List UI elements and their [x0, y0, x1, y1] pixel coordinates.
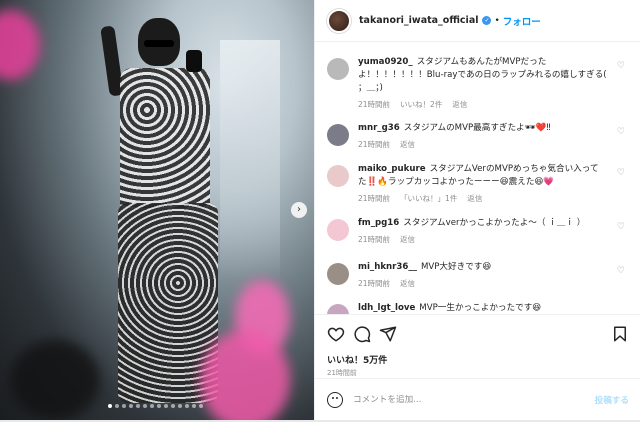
like-comment-heart-icon[interactable]: ♡	[617, 168, 625, 178]
comment-item: mi_hknr36__ MVP大好きです😆 21時間前 返信 ♡	[327, 261, 637, 289]
avatar[interactable]	[327, 8, 351, 33]
carousel-dot	[150, 404, 154, 408]
author-username[interactable]: takanori_iwata_official	[359, 15, 478, 26]
post-photo: ›	[0, 0, 314, 420]
carousel-dot	[108, 404, 112, 408]
comment-time[interactable]: 21時間前	[358, 278, 390, 289]
emoji-icon[interactable]	[327, 391, 343, 408]
carousel-dot	[164, 404, 168, 408]
reply-button[interactable]: 返信	[452, 99, 467, 110]
carousel-dot	[122, 404, 126, 408]
comment-username[interactable]: mnr_g36	[358, 123, 400, 133]
carousel-dots	[108, 404, 203, 410]
comment-list: yuma0920_ スタジアムもあんたがMVPだったよ！！！！！！！Blu-ray…	[315, 42, 640, 314]
post-timestamp[interactable]: 21時間前	[327, 368, 357, 378]
pink-light-glow	[0, 10, 40, 80]
avatar[interactable]	[327, 304, 349, 314]
comment-username[interactable]: yuma0920_	[358, 57, 413, 67]
like-comment-heart-icon[interactable]: ♡	[617, 222, 625, 232]
comment-username[interactable]: mi_hknr36__	[358, 262, 417, 272]
carousel-dot	[129, 404, 133, 408]
penlight-glow	[200, 330, 290, 420]
heart-icon[interactable]	[327, 325, 345, 343]
performer-shirt	[120, 68, 210, 208]
carousel-dot	[178, 404, 182, 408]
performer-sunglasses	[144, 40, 174, 47]
carousel-dot	[199, 404, 203, 408]
reply-button[interactable]: 返信	[467, 193, 482, 204]
like-comment-heart-icon[interactable]: ♡	[617, 266, 625, 276]
comment-text: MVP大好きです😆	[420, 262, 492, 272]
avatar[interactable]	[327, 58, 349, 80]
comment-item: fm_pg16 スタジアムverかっこよかったよ〜（ ｉ＿ｉ ） 21時間前 返信 …	[327, 217, 637, 245]
carousel-dot	[171, 404, 175, 408]
comment-time[interactable]: 21時間前	[358, 139, 390, 150]
chevron-right-icon[interactable]: ›	[291, 202, 307, 218]
carousel-dot	[185, 404, 189, 408]
avatar[interactable]	[327, 124, 349, 146]
comment-item: ldh_lgt_love MVP一生かっこよかったです😆	[327, 302, 637, 314]
follow-button[interactable]: フォロー	[503, 14, 541, 28]
post-header: takanori_iwata_official ✓ • フォロー	[315, 0, 640, 42]
reply-button[interactable]: 返信	[400, 278, 415, 289]
verified-badge-icon: ✓	[482, 16, 492, 25]
comment-text: スタジアムのMVP最高すぎたよ🕶❤️‼︎	[403, 123, 551, 133]
carousel-dot	[157, 404, 161, 408]
carousel-dot	[192, 404, 196, 408]
comment-username[interactable]: fm_pg16	[358, 218, 399, 228]
comment-composer: 投稿する	[315, 378, 640, 420]
comment-username[interactable]: ldh_lgt_love	[358, 303, 415, 313]
likes-count[interactable]: いいね！5万件	[327, 353, 387, 366]
avatar[interactable]	[327, 263, 349, 285]
post-comment-button[interactable]: 投稿する	[595, 394, 629, 406]
avatar[interactable]	[327, 165, 349, 187]
comment-time[interactable]: 21時間前	[358, 234, 390, 245]
reply-button[interactable]: 返信	[400, 139, 415, 150]
separator-dot: •	[494, 15, 500, 26]
comment-icon[interactable]	[353, 325, 371, 343]
bookmark-icon[interactable]	[611, 325, 629, 343]
comment-likes[interactable]: いいね！2件	[400, 99, 442, 110]
comment-item: maiko_pukure スタジアムVerのMVPめっちゃ気合い入ってた‼️🔥ラッ…	[327, 163, 637, 204]
avatar[interactable]	[327, 219, 349, 241]
reply-button[interactable]: 返信	[400, 234, 415, 245]
comment-text: MVP一生かっこよかったです😆	[419, 303, 542, 313]
like-comment-heart-icon[interactable]: ♡	[617, 127, 625, 137]
post-side-panel: takanori_iwata_official ✓ • フォロー yuma092…	[314, 0, 640, 420]
crowd-shadow	[10, 340, 100, 420]
carousel-dot	[136, 404, 140, 408]
action-icon-row	[327, 325, 629, 345]
microphone	[186, 50, 202, 72]
comment-text: スタジアムverかっこよかったよ〜（ ｉ＿ｉ ）	[403, 218, 586, 228]
like-comment-heart-icon[interactable]: ♡	[617, 61, 625, 71]
comment-time[interactable]: 21時間前	[358, 99, 390, 110]
comment-likes[interactable]: 「いいね！」1件	[400, 193, 457, 204]
share-icon[interactable]	[379, 325, 397, 343]
comment-username[interactable]: maiko_pukure	[358, 164, 426, 174]
instagram-post-modal: › takanori_iwata_official ✓ • フォロー yuma0…	[0, 0, 640, 422]
comment-input[interactable]	[353, 394, 573, 405]
comment-item: mnr_g36 スタジアムのMVP最高すぎたよ🕶❤️‼︎ 21時間前 返信 ♡	[327, 122, 637, 150]
comment-item: yuma0920_ スタジアムもあんたがMVPだったよ！！！！！！！Blu-ray…	[327, 56, 637, 110]
carousel-dot	[115, 404, 119, 408]
carousel-dot	[143, 404, 147, 408]
comment-time[interactable]: 21時間前	[358, 193, 390, 204]
